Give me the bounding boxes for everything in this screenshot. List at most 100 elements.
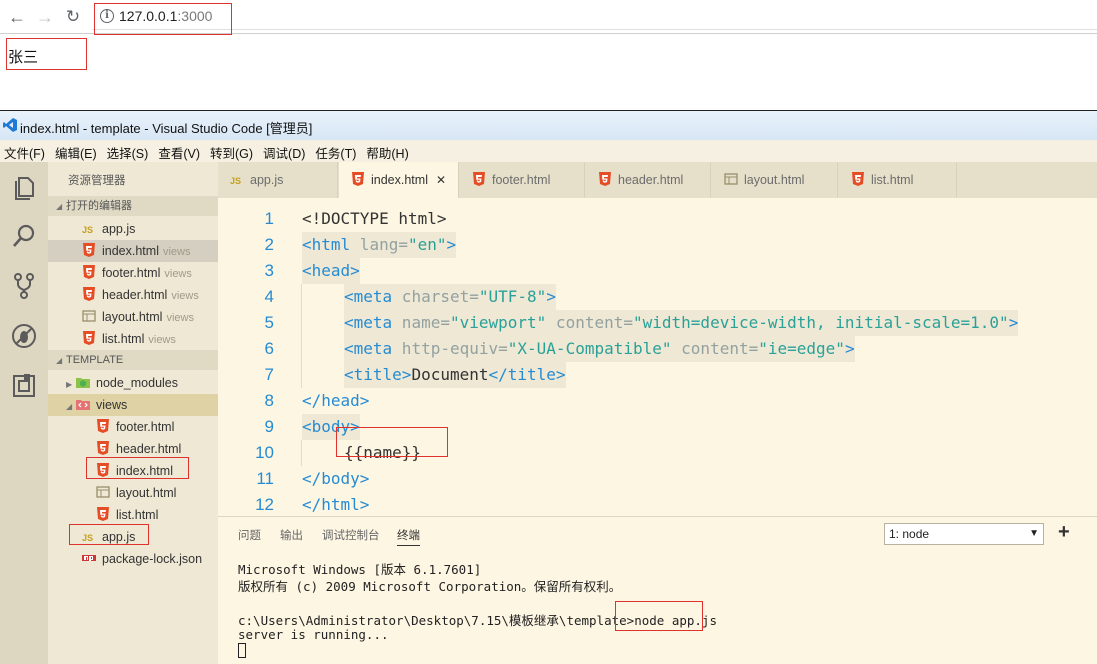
open-editor-index-html[interactable]: index.html views [48,240,218,262]
tree-views-folder[interactable]: ◢ views [48,394,218,416]
vscode-logo-icon [3,118,17,132]
address-bar[interactable]: i 127.0.0.1:3000 [92,3,1097,30]
tree-app-js[interactable]: JS app.js [48,526,218,548]
panel-tab-problems[interactable]: 问题 [238,527,261,543]
tree-node-modules[interactable]: ▶ node_modules [48,372,218,394]
terminal-select[interactable]: 1: node ▼ [884,523,1044,545]
code-editor[interactable]: 1 <!DOCTYPE html> 2 <html lang="en"> 3 <hea… [218,198,1097,516]
url-text[interactable]: 127.0.0.1:3000 [119,8,212,24]
back-arrow-icon[interactable]: ← [6,6,28,28]
code-line: 3 <head> [218,258,1097,284]
line-number: 9 [264,417,274,436]
attr: content= [546,313,633,332]
line-number: 6 [264,339,274,358]
tag: <meta [344,287,393,306]
tab-footer-html[interactable]: footer.html [460,162,585,198]
tag: > [446,235,457,254]
tree-footer-html[interactable]: footer.html [48,416,218,438]
file-folder-hint: views [148,334,176,346]
html5-file-icon [83,243,95,257]
file-name: package-lock.json [102,552,203,566]
close-icon[interactable]: ✕ [436,173,446,187]
layout-file-icon [724,173,738,185]
file-folder-hint: views [166,312,194,324]
tree-list-html[interactable]: list.html [48,504,218,526]
code-text: <meta charset="UTF-8"> [344,284,556,310]
menu-tasks[interactable]: 任务(T) [315,143,362,162]
code-text: </head> [302,388,369,414]
attr-value: "ie=edge" [758,339,845,358]
search-icon[interactable] [10,222,38,250]
browser-window: ← → ↻ i 127.0.0.1:3000 张三 [0,0,1097,108]
doctype: <!DOCTYPE html> [302,209,447,228]
open-editor-app-js[interactable]: JS app.js [48,218,218,240]
open-editor-list-html[interactable]: list.html views [48,328,218,350]
html5-file-icon [97,463,109,477]
file-name: app.js [102,530,136,544]
panel-tab-output[interactable]: 输出 [280,527,303,543]
tab-index-html[interactable]: index.html ✕ [339,162,459,198]
tag: > [546,287,556,306]
chevron-down-icon: ◢ [66,402,73,411]
workspace-header[interactable]: ◢ TEMPLATE [48,350,218,370]
attr: charset= [392,287,479,306]
code-line: 7 <title>Document</title> [218,362,1097,388]
file-name: footer.html [116,420,175,434]
tree-package-lock-json[interactable]: package-lock.json [48,548,218,570]
tag: <html [302,235,351,254]
folder-name: views [96,398,128,412]
open-editor-layout-html[interactable]: layout.html views [48,306,218,328]
url-port: :3000 [177,8,213,24]
explorer-title: 资源管理器 [68,175,126,187]
panel-tab-terminal[interactable]: 终端 [397,527,420,546]
code-text: </html> [302,492,369,518]
code-text: <html lang="en"> [302,232,457,258]
panel-tab-debug-console[interactable]: 调试控制台 [322,527,380,543]
forward-arrow-icon[interactable]: → [34,6,56,28]
tree-layout-html[interactable]: layout.html [48,482,218,504]
explorer-files-icon[interactable] [10,174,38,202]
views-folder-icon [76,400,90,410]
tree-header-html[interactable]: header.html [48,438,218,460]
tag: <meta [344,313,393,332]
menu-selection[interactable]: 选择(S) [107,143,155,162]
file-folder-hint: views [171,290,199,302]
open-editors-header[interactable]: ◢ 打开的编辑器 [48,196,218,216]
code-text: <meta http-equiv="X-UA-Compatible" conte… [344,336,855,362]
info-icon[interactable]: i [100,9,114,23]
menu-edit[interactable]: 编辑(E) [55,143,103,162]
attr-value: "UTF-8" [478,287,547,306]
tab-app-js[interactable]: JS app.js [218,162,338,198]
tag: > [1008,313,1019,332]
tree-index-html[interactable]: index.html [48,460,218,482]
menu-go[interactable]: 转到(G) [210,143,259,162]
open-editor-header-html[interactable]: header.html views [48,284,218,306]
extensions-icon[interactable] [10,372,38,400]
window-title: index.html - template - Visual Studio Co… [20,121,313,136]
html5-file-icon [83,287,95,301]
menu-file[interactable]: 文件(F) [4,143,51,162]
js-file-icon: JS [82,225,94,235]
html5-file-icon [473,172,485,186]
file-name: index.html [116,464,173,478]
code-text: </body> [302,466,369,492]
new-terminal-plus-icon[interactable]: + [1058,521,1070,544]
debug-icon[interactable] [10,322,38,350]
menu-view[interactable]: 查看(V) [158,143,206,162]
open-editors-label: 打开的编辑器 [66,200,132,212]
menu-help[interactable]: 帮助(H) [366,143,414,162]
menu-debug[interactable]: 调试(D) [263,143,311,162]
activity-bar [0,162,48,664]
source-control-icon[interactable] [10,272,38,300]
browser-toolbar: ← → ↻ i 127.0.0.1:3000 [0,0,1097,34]
tab-list-html[interactable]: list.html [839,162,957,198]
reload-icon[interactable]: ↻ [62,6,84,28]
code-text: <meta name="viewport" content="width=dev… [344,310,1019,336]
file-name: index.html [102,244,159,258]
tab-header-html[interactable]: header.html [586,162,711,198]
open-editor-footer-html[interactable]: footer.html views [48,262,218,284]
terminal-cursor [238,643,246,658]
attr: http-equiv= [392,339,508,358]
tab-layout-html[interactable]: layout.html [712,162,838,198]
tag: </body> [302,469,370,488]
